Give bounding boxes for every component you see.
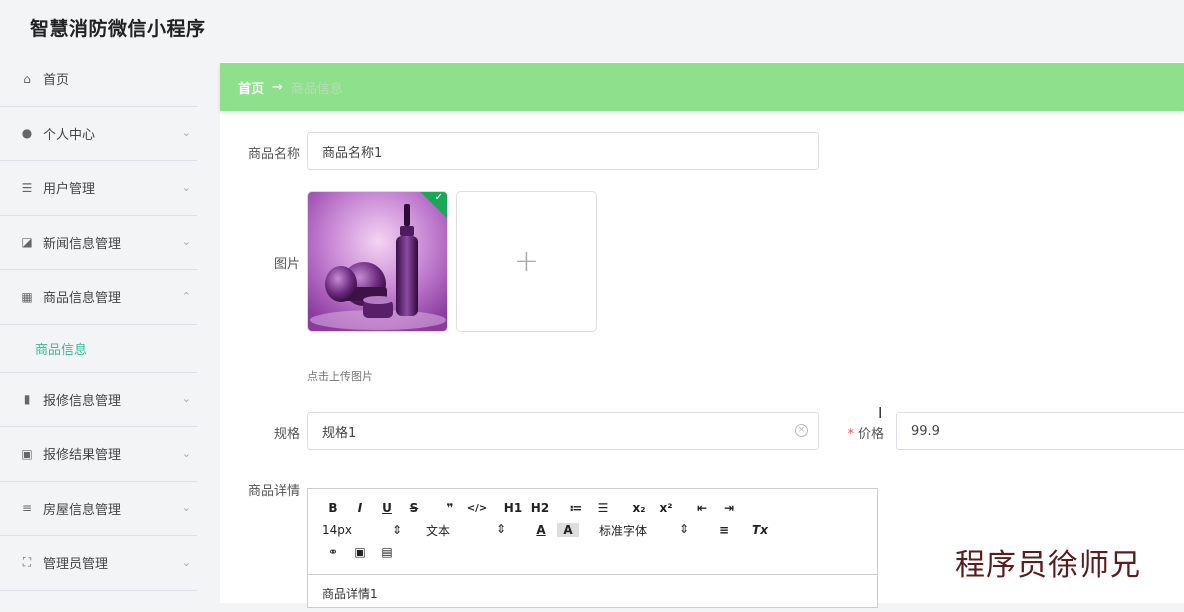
plus-icon: +	[513, 244, 540, 279]
code-icon[interactable]: </>	[466, 503, 488, 514]
select-arrows-icon: ⇕	[495, 521, 506, 536]
bullet-list-icon[interactable]: ☰	[592, 501, 614, 515]
header-select-value: 文本	[426, 523, 451, 538]
rich-text-editor[interactable]: B I U S ❞ </> H1 H2 ≔ ☰ x₂ x² ⇤ ⇥ 14px ⇕ …	[307, 488, 878, 608]
font-size-value: 14px	[322, 523, 352, 537]
grid-icon: ▦	[21, 289, 33, 304]
background-color-icon[interactable]: A	[557, 523, 579, 537]
chevron-up-icon: ⌃	[181, 289, 191, 303]
sidebar-item-label: 房屋信息管理	[43, 502, 122, 518]
chevron-down-icon: ⌄	[181, 501, 191, 515]
header-select[interactable]: 文本 ⇕	[426, 522, 506, 539]
sidebar-item-label: 管理员管理	[43, 557, 109, 573]
spec-label: 规格	[273, 427, 300, 442]
quote-icon[interactable]: ❞	[439, 501, 461, 515]
clipboard-icon: ▣	[21, 446, 33, 461]
price-label-text: 价格	[857, 427, 884, 442]
list-icon: ☰	[21, 180, 33, 195]
sidebar: ⌂ 首页 ● 个人中心 ⌄ ☰ 用户管理 ⌄ ◪ 新闻信息管理 ⌄ ▦ 商品信息…	[0, 52, 197, 612]
sidebar-item-admin-management[interactable]: ⛶ 管理员管理 ⌄	[0, 536, 197, 591]
breadcrumb-home-link[interactable]: 首页	[238, 78, 264, 97]
spec-input[interactable]: 规格1 ×	[307, 412, 819, 450]
sidebar-item-label: 报修结果管理	[43, 448, 122, 464]
sidebar-item-news-management[interactable]: ◪ 新闻信息管理 ⌄	[0, 216, 197, 270]
frame-icon: ⛶	[22, 555, 32, 570]
align-icon[interactable]: ≡	[713, 523, 735, 537]
editor-toolbar: B I U S ❞ </> H1 H2 ≔ ☰ x₂ x² ⇤ ⇥ 14px ⇕ …	[308, 489, 877, 575]
select-arrows-icon: ⇕	[678, 521, 689, 536]
ordered-list-icon[interactable]: ≔	[565, 501, 587, 515]
home-icon: ⌂	[23, 71, 31, 86]
sidebar-item-label: 首页	[43, 73, 70, 89]
user-icon: ●	[21, 126, 33, 141]
font-family-select[interactable]: 标准字体 ⇕	[599, 522, 689, 539]
required-marker: *	[847, 427, 854, 442]
check-icon: ✓	[434, 192, 443, 203]
main-content: 首页 → 商品信息 商品名称 商品名称1 图片 ✓ + 点击上传图片 规格 规格…	[220, 0, 1184, 608]
strikethrough-button[interactable]: S	[403, 501, 425, 515]
select-arrows-icon: ⇕	[391, 523, 402, 537]
sidebar-item-label: 报修信息管理	[43, 393, 122, 409]
link-icon[interactable]: ⚭	[322, 545, 344, 559]
upload-tip: 点击上传图片	[307, 370, 373, 383]
subscript-button[interactable]: x₂	[628, 501, 650, 515]
text-cursor-icon: I	[878, 404, 883, 422]
cosmetics-product-image	[308, 192, 447, 331]
heading1-button[interactable]: H1	[502, 501, 524, 515]
price-value: 99.9	[911, 423, 940, 439]
sidebar-item-label: 商品信息管理	[43, 291, 122, 307]
sidebar-subitem-product-info[interactable]: 商品信息	[0, 325, 197, 373]
heading2-button[interactable]: H2	[529, 501, 551, 515]
arrow-right-icon: →	[272, 79, 283, 95]
product-image-thumbnail[interactable]: ✓	[307, 191, 448, 332]
chevron-down-icon: ⌄	[181, 235, 191, 249]
watermark-text: 程序员徐师兄	[955, 548, 1141, 583]
image-upload-button[interactable]: +	[456, 191, 597, 332]
sidebar-item-home[interactable]: ⌂ 首页	[0, 52, 197, 107]
product-name-value: 商品名称1	[322, 145, 383, 161]
chevron-down-icon: ⌄	[181, 180, 191, 194]
indent-icon[interactable]: ⇥	[718, 501, 740, 515]
trend-chart-icon: ◪	[21, 235, 33, 250]
font-size-select[interactable]: 14px ⇕	[322, 523, 402, 537]
bar-chart-icon: ▮	[23, 392, 31, 407]
sidebar-item-repair-management[interactable]: ▮ 报修信息管理 ⌄	[0, 373, 197, 427]
app-title: 智慧消防微信小程序	[30, 18, 206, 40]
price-input[interactable]: 99.9	[896, 412, 1184, 450]
superscript-button[interactable]: x²	[655, 501, 677, 515]
outdent-icon[interactable]: ⇤	[691, 501, 713, 515]
italic-button[interactable]: I	[349, 501, 371, 515]
detail-label: 商品详情	[247, 484, 300, 499]
sidebar-item-label: 用户管理	[43, 182, 96, 198]
chevron-down-icon: ⌄	[181, 392, 191, 406]
chevron-down-icon: ⌄	[181, 446, 191, 460]
sidebar-item-personal-center[interactable]: ● 个人中心 ⌄	[0, 107, 197, 161]
sidebar-item-house-management[interactable]: ≡ 房屋信息管理 ⌄	[0, 482, 197, 536]
video-icon[interactable]: ▤	[376, 545, 398, 559]
sidebar-item-user-management[interactable]: ☰ 用户管理 ⌄	[0, 161, 197, 216]
underline-button[interactable]: U	[376, 501, 398, 515]
image-label: 图片	[273, 257, 300, 272]
font-color-icon[interactable]: A	[530, 523, 552, 537]
menu-lines-icon: ≡	[21, 501, 33, 516]
product-name-label: 商品名称	[247, 147, 300, 162]
editor-content[interactable]: 商品详情1	[308, 575, 877, 612]
breadcrumb: 首页 → 商品信息	[220, 63, 1184, 111]
main-top-spacer	[220, 0, 1184, 62]
font-family-value: 标准字体	[599, 523, 648, 538]
product-name-input[interactable]: 商品名称1	[307, 132, 819, 170]
bold-button[interactable]: B	[322, 501, 344, 515]
spec-value: 规格1	[322, 425, 357, 441]
sidebar-item-label: 新闻信息管理	[43, 236, 122, 252]
sidebar-item-product-management[interactable]: ▦ 商品信息管理 ⌃	[0, 270, 197, 325]
clear-format-icon[interactable]: Tx	[749, 523, 771, 537]
breadcrumb-current: 商品信息	[290, 81, 343, 97]
image-icon[interactable]: ▣	[349, 545, 371, 559]
sidebar-item-repair-result-management[interactable]: ▣ 报修结果管理 ⌄	[0, 427, 197, 482]
price-label: * 价格	[804, 423, 884, 442]
chevron-down-icon: ⌄	[181, 555, 191, 569]
sidebar-item-label: 个人中心	[43, 127, 96, 143]
chevron-down-icon: ⌄	[181, 126, 191, 140]
